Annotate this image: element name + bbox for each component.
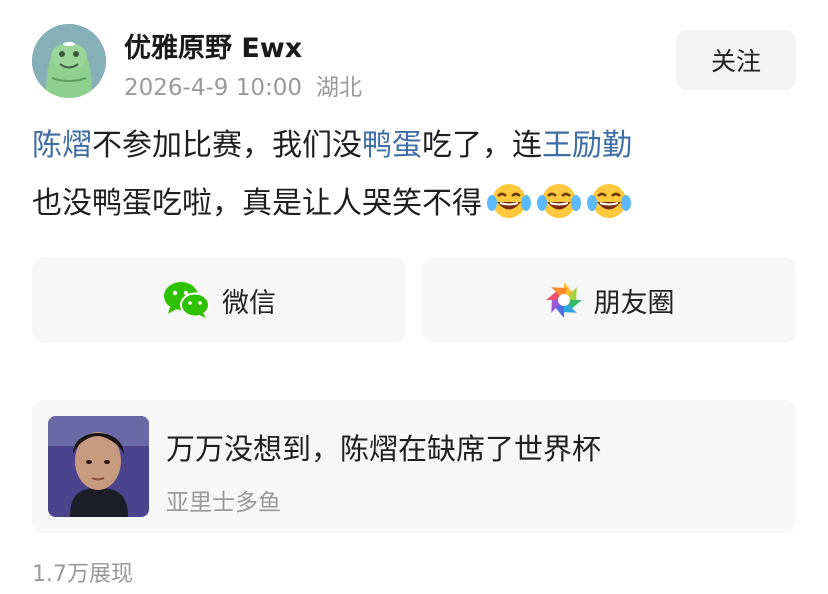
follow-button[interactable]: 关注 [676,30,796,90]
post-text: 吃了，连 [422,128,542,163]
article-author: 亚里士多鱼 [166,490,281,516]
post-text: 也没鸭蛋吃啦，真是让人哭笑不得 [32,186,482,221]
laughing-crying-emoji-icon [487,184,531,218]
laughing-crying-emoji-icon [537,184,581,218]
article-title: 万万没想到，陈熠在缺席了世界杯 [166,426,756,468]
share-wechat-label: 微信 [222,287,276,319]
timestamp: 2026-4-9 10:00 [124,75,302,101]
related-article-card[interactable]: 万万没想到，陈熠在缺席了世界杯 亚里士多鱼 [32,400,796,533]
mention-link[interactable]: 王励勤 [542,128,632,163]
post-text: 不参加比赛，我们没 [92,128,362,163]
laughing-crying-emoji-icon [587,184,631,218]
post-meta: 2026-4-9 10:00 湖北 [124,68,362,102]
share-row: 微信 朋友圈 [32,257,796,343]
green-cartoon-avatar-icon [32,24,106,98]
share-moments-label: 朋友圈 [593,287,675,319]
article-thumbnail [48,416,149,517]
topic-link[interactable]: 鸭蛋 [362,128,422,163]
username[interactable]: 优雅原野 Ewx [124,26,302,65]
view-count: 1.7万展现 [32,562,133,587]
avatar[interactable] [32,24,106,98]
share-wechat-button[interactable]: 微信 [32,257,406,343]
post-body: 陈熠不参加比赛，我们没鸭蛋吃了，连王励勤也没鸭蛋吃啦，真是让人哭笑不得 [32,117,804,233]
moments-aperture-icon [545,282,582,318]
location: 湖北 [316,75,362,101]
share-moments-button[interactable]: 朋友圈 [422,257,796,343]
mention-link[interactable]: 陈熠 [32,128,92,163]
post-header: 优雅原野 Ewx 2026-4-9 10:00 湖北 关注 [32,22,796,101]
portrait-thumbnail-icon [48,416,149,517]
wechat-icon [164,282,210,318]
